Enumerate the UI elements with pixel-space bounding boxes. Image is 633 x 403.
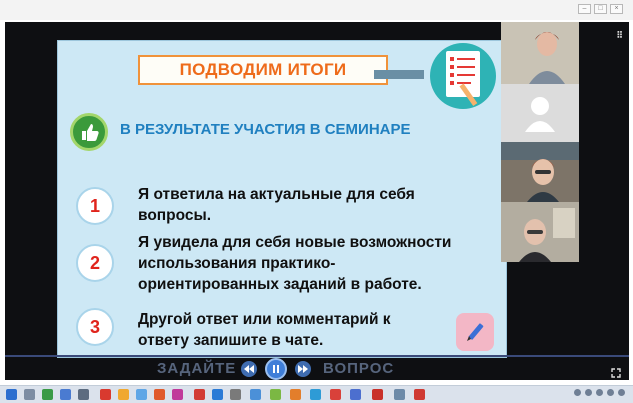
taskbar-app-icon[interactable] bbox=[330, 389, 341, 400]
taskbar-app-icon[interactable] bbox=[250, 389, 261, 400]
taskbar-app-icon[interactable] bbox=[372, 389, 383, 400]
taskbar-app-icon[interactable] bbox=[194, 389, 205, 400]
slide-title-box: ПОДВОДИМ ИТОГИ bbox=[138, 55, 388, 85]
taskbar-app-icon[interactable] bbox=[100, 389, 111, 400]
participant-video-4[interactable] bbox=[501, 202, 579, 262]
item-text-3: Другой ответ или комментарий к ответу за… bbox=[138, 311, 391, 349]
item-number-3: 3 bbox=[76, 308, 114, 346]
video-conference-viewer: ⠿ ПОДВОДИМ ИТОГИ В РЕЗУЛЬТАТЕ УЧАСТИЯ В … bbox=[5, 22, 629, 380]
start-icon[interactable] bbox=[6, 389, 17, 400]
taskbar-app-icon[interactable] bbox=[154, 389, 165, 400]
taskbar-app-icon[interactable] bbox=[118, 389, 129, 400]
grid-icon[interactable]: ⠿ bbox=[616, 30, 623, 41]
title-decoration-bar bbox=[374, 70, 424, 79]
system-tray bbox=[574, 389, 625, 396]
taskbar bbox=[0, 385, 633, 403]
forward-icon[interactable] bbox=[295, 361, 311, 377]
taskbar-app-icon[interactable] bbox=[60, 389, 71, 400]
close-button[interactable]: × bbox=[610, 4, 623, 14]
tray-icon[interactable] bbox=[585, 389, 592, 396]
thumbs-up-icon bbox=[70, 113, 108, 151]
participant-video-2[interactable] bbox=[501, 84, 579, 142]
taskbar-app-icon[interactable] bbox=[350, 389, 361, 400]
player-controls bbox=[115, 358, 415, 380]
fullscreen-icon[interactable] bbox=[611, 365, 621, 380]
taskbar-app-icon[interactable] bbox=[310, 389, 321, 400]
tray-icon[interactable] bbox=[596, 389, 603, 396]
taskbar-app-icon[interactable] bbox=[230, 389, 241, 400]
item-number-1: 1 bbox=[76, 187, 114, 225]
taskbar-app-icon[interactable] bbox=[394, 389, 405, 400]
taskbar-app-icon[interactable] bbox=[78, 389, 89, 400]
pen-icon bbox=[456, 313, 494, 351]
taskbar-app-icon[interactable] bbox=[212, 389, 223, 400]
maximize-button[interactable]: □ bbox=[594, 4, 607, 14]
participant-video-1[interactable] bbox=[501, 22, 579, 84]
taskbar-app-icon[interactable] bbox=[136, 389, 147, 400]
shared-slide: ПОДВОДИМ ИТОГИ В РЕЗУЛЬТАТЕ УЧАСТИЯ В СЕ… bbox=[57, 40, 507, 358]
taskbar-app-icon[interactable] bbox=[172, 389, 183, 400]
taskbar-app-icon[interactable] bbox=[290, 389, 301, 400]
video-scrubber[interactable] bbox=[5, 355, 629, 357]
participant-video-3[interactable] bbox=[501, 142, 579, 202]
taskbar-app-icon[interactable] bbox=[414, 389, 425, 400]
slide-title: ПОДВОДИМ ИТОГИ bbox=[179, 60, 347, 79]
rewind-icon[interactable] bbox=[241, 361, 257, 377]
taskbar-app-icon[interactable] bbox=[24, 389, 35, 400]
checklist-icon bbox=[430, 43, 496, 109]
item-text-1: Я ответила на актуальные для себя вопрос… bbox=[138, 186, 415, 224]
window-controls: – □ × bbox=[578, 4, 623, 14]
seminar-heading: В РЕЗУЛЬТАТЕ УЧАСТИЯ В СЕМИНАРЕ bbox=[120, 121, 411, 138]
tray-icon[interactable] bbox=[574, 389, 581, 396]
taskbar-app-icon[interactable] bbox=[42, 389, 53, 400]
window-titlebar: – □ × bbox=[0, 0, 633, 20]
play-pause-icon[interactable] bbox=[265, 358, 287, 380]
item-number-2: 2 bbox=[76, 244, 114, 282]
taskbar-app-icon[interactable] bbox=[270, 389, 281, 400]
tray-icon[interactable] bbox=[618, 389, 625, 396]
item-text-2: Я увидела для себя новые возможности исп… bbox=[138, 234, 452, 293]
tray-icon[interactable] bbox=[607, 389, 614, 396]
minimize-button[interactable]: – bbox=[578, 4, 591, 14]
